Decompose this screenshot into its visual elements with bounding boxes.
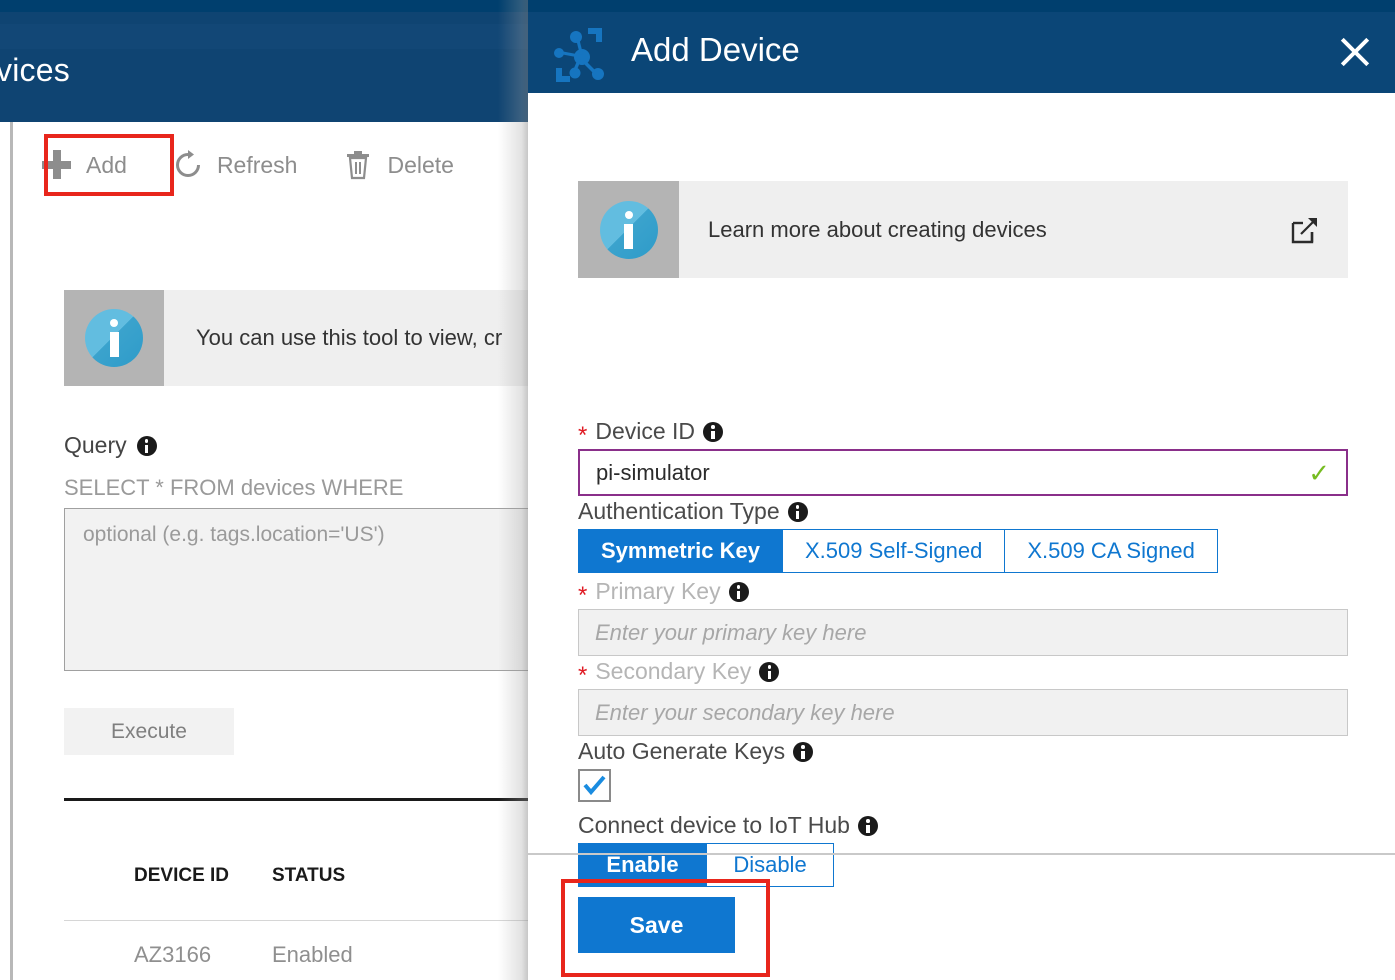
valid-check-icon: ✓ xyxy=(1308,457,1330,488)
auth-type-option-x509-ca-signed[interactable]: X.509 CA Signed xyxy=(1005,530,1217,572)
add-device-panel: Add Device Learn more about creating dev… xyxy=(528,0,1395,980)
devices-toolbar: Add Refresh Delete xyxy=(24,130,472,200)
secondary-key-input[interactable]: Enter your secondary key here xyxy=(578,689,1348,736)
iot-hub-icon xyxy=(550,24,614,88)
page-title: evices xyxy=(0,52,70,88)
primary-key-label: Primary Key xyxy=(595,578,721,604)
secondary-key-label: Secondary Key xyxy=(595,658,752,684)
cell-device-id: AZ3166 xyxy=(134,942,212,967)
delete-button-label: Delete xyxy=(387,151,454,178)
learn-more-text: Learn more about creating devices xyxy=(708,216,1047,242)
auth-type-label: Authentication Type xyxy=(578,498,780,524)
connect-device-option-enable[interactable]: Enable xyxy=(579,844,707,886)
delete-button[interactable]: Delete xyxy=(325,138,471,192)
save-button[interactable]: Save xyxy=(578,897,735,953)
info-icon[interactable] xyxy=(728,581,749,602)
auto-generate-keys-label-row: Auto Generate Keys xyxy=(578,738,1348,765)
auto-generate-keys-field: Auto Generate Keys xyxy=(578,738,1348,802)
connect-device-segmented-control: Enable Disable xyxy=(578,843,834,887)
blade-left-rail xyxy=(10,122,13,980)
trash-icon xyxy=(343,150,373,180)
info-icon[interactable] xyxy=(136,435,157,456)
auth-type-label-row: Authentication Type xyxy=(578,498,1348,525)
primary-key-field: * Primary Key Enter your primary key her… xyxy=(578,578,1348,656)
devices-info-text: You can use this tool to view, cr xyxy=(196,325,503,350)
panel-header: Add Device xyxy=(528,12,1395,93)
secondary-key-label-row: * Secondary Key xyxy=(578,658,1348,689)
column-header-status[interactable]: STATUS xyxy=(272,865,522,887)
auto-generate-keys-checkbox[interactable] xyxy=(578,769,611,802)
auth-type-option-symmetric-key[interactable]: Symmetric Key xyxy=(579,530,783,572)
device-id-label: Device ID xyxy=(595,418,696,444)
auth-type-option-x509-self-signed[interactable]: X.509 Self-Signed xyxy=(782,530,1006,572)
query-prefix: SELECT * FROM devices WHERE xyxy=(64,475,404,500)
learn-more-banner[interactable]: Learn more about creating devices xyxy=(578,181,1348,278)
connect-device-label-row: Connect device to IoT Hub xyxy=(578,812,1348,839)
refresh-button-label: Refresh xyxy=(216,151,298,178)
required-marker: * xyxy=(578,581,588,609)
refresh-button[interactable]: Refresh xyxy=(155,138,316,192)
info-icon[interactable] xyxy=(759,661,780,682)
panel-footer-divider xyxy=(528,853,1395,855)
device-id-label-row: * Device ID xyxy=(578,418,1348,449)
required-marker: * xyxy=(578,421,588,449)
auth-type-segmented-control: Symmetric Key X.509 Self-Signed X.509 CA… xyxy=(578,529,1218,573)
info-icon xyxy=(85,309,143,367)
info-icon xyxy=(599,200,658,259)
execute-button[interactable]: Execute xyxy=(64,708,234,755)
close-icon[interactable] xyxy=(1333,30,1377,74)
panel-title: Add Device xyxy=(631,31,800,68)
cell-status: Enabled xyxy=(272,942,353,967)
add-button[interactable]: Add xyxy=(24,138,145,192)
query-label-row: Query xyxy=(64,432,157,459)
primary-key-input[interactable]: Enter your primary key here xyxy=(578,609,1348,656)
plus-icon xyxy=(42,150,72,180)
device-id-value: pi-simulator xyxy=(596,459,710,485)
primary-key-placeholder: Enter your primary key here xyxy=(595,619,867,645)
info-icon[interactable] xyxy=(703,421,724,442)
column-header-device-id[interactable]: DEVICE ID xyxy=(64,865,272,887)
info-icon-container xyxy=(578,181,679,278)
connect-device-label: Connect device to IoT Hub xyxy=(578,812,850,838)
primary-key-label-row: * Primary Key xyxy=(578,578,1348,609)
info-icon[interactable] xyxy=(793,741,814,762)
auth-type-field: Authentication Type Symmetric Key X.509 … xyxy=(578,498,1348,573)
refresh-icon xyxy=(173,150,203,180)
add-button-label: Add xyxy=(86,151,127,178)
query-label: Query xyxy=(64,432,127,458)
secondary-key-placeholder: Enter your secondary key here xyxy=(595,699,895,725)
connect-device-option-disable[interactable]: Disable xyxy=(707,844,833,886)
device-id-field: * Device ID pi-simulator ✓ xyxy=(578,418,1348,496)
required-marker: * xyxy=(578,661,588,689)
info-icon[interactable] xyxy=(857,815,878,836)
device-id-input[interactable]: pi-simulator ✓ xyxy=(578,449,1348,496)
connect-device-field: Connect device to IoT Hub Enable Disable xyxy=(578,812,1348,887)
auto-generate-keys-label: Auto Generate Keys xyxy=(578,738,786,764)
panel-top-strip xyxy=(528,0,1395,12)
secondary-key-field: * Secondary Key Enter your secondary key… xyxy=(578,658,1348,736)
external-link-icon[interactable] xyxy=(1290,215,1320,245)
info-icon[interactable] xyxy=(787,501,808,522)
info-icon-container xyxy=(64,290,164,386)
